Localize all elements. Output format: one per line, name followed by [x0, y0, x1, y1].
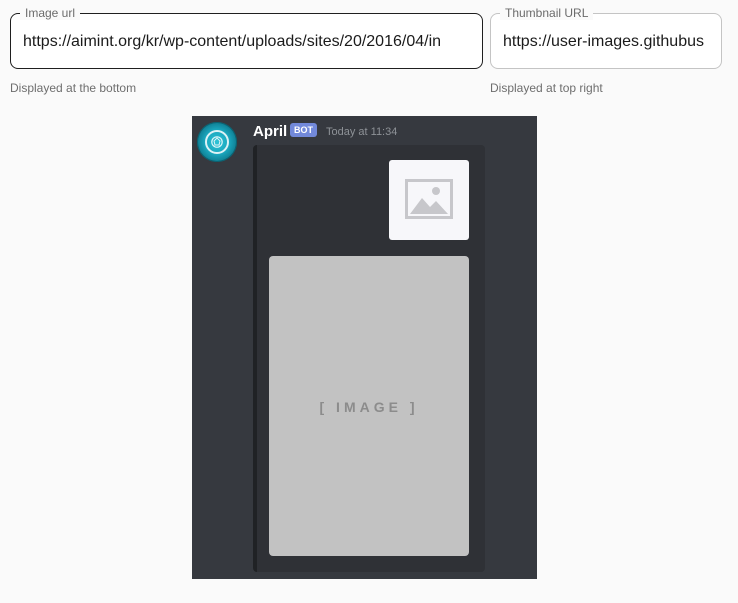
thumbnail-url-label: Thumbnail URL	[500, 6, 594, 20]
thumbnail-url-helper-text: Displayed at top right	[490, 81, 603, 95]
thumbnail-url-field[interactable]: Thumbnail URL	[490, 6, 722, 69]
image-placeholder-icon	[405, 179, 453, 219]
bot-badge: BOT	[290, 123, 317, 137]
image-url-input[interactable]	[23, 31, 470, 53]
image-placeholder-label: [ IMAGE ]	[319, 399, 419, 415]
embed-thumbnail[interactable]	[389, 160, 469, 240]
embed-image[interactable]: [ IMAGE ]	[269, 256, 469, 556]
bot-avatar-icon	[197, 122, 237, 162]
message-timestamp: Today at 11:34	[326, 126, 398, 138]
embed: [ IMAGE ]	[253, 145, 485, 572]
image-url-field[interactable]: Image url	[10, 6, 483, 69]
image-url-helper-text: Displayed at the bottom	[10, 81, 137, 95]
image-url-label: Image url	[20, 6, 81, 20]
message-preview: April BOT Today at 11:34 [ IMAGE ]	[192, 116, 537, 579]
username[interactable]: April	[253, 123, 287, 141]
thumbnail-url-input[interactable]	[503, 31, 709, 53]
